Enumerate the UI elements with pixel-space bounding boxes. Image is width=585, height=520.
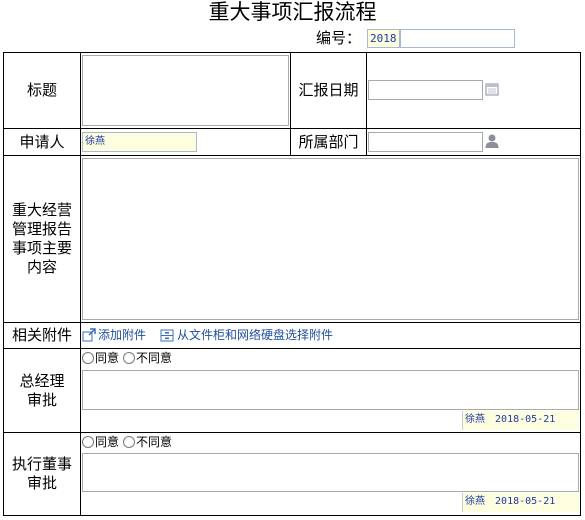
- director-signature: 徐燕 2018-05-21: [462, 493, 579, 512]
- serial-label: 编号：: [316, 29, 362, 47]
- gm-comment-input[interactable]: [82, 370, 579, 410]
- serial-number-input[interactable]: [400, 29, 515, 48]
- grid-line: [580, 52, 581, 516]
- director-approval-label-text: 执行董事审批: [11, 455, 72, 492]
- grid-line: [3, 432, 581, 433]
- gm-agree-text: 同意: [95, 351, 120, 365]
- grid-line: [3, 348, 581, 349]
- director-disagree-text: 不同意: [136, 435, 173, 449]
- gm-sign-date: 2018-05-21: [495, 414, 556, 425]
- gm-approval-label: 总经理审批: [4, 349, 80, 432]
- gm-decision-group: 同意 不同意: [82, 351, 172, 365]
- director-sign-date: 2018-05-21: [495, 496, 556, 507]
- user-icon[interactable]: [484, 133, 500, 149]
- report-date-input[interactable]: [368, 80, 483, 100]
- gm-disagree-radio[interactable]: [123, 352, 136, 364]
- report-date-label: 汇报日期: [298, 81, 359, 99]
- gm-approval-label-text: 总经理审批: [19, 371, 65, 409]
- title-input[interactable]: [82, 55, 289, 126]
- file-cabinet-icon: [160, 329, 174, 342]
- add-attachment-icon: [82, 328, 96, 342]
- applicant-field: 徐燕: [82, 132, 197, 152]
- director-signer: 徐燕: [465, 496, 485, 507]
- gm-signer: 徐燕: [465, 414, 485, 425]
- title-label: 标题: [26, 81, 57, 99]
- gm-disagree-text: 不同意: [136, 351, 173, 365]
- add-attachment-link[interactable]: 添加附件: [82, 328, 146, 342]
- director-decision-group: 同意 不同意: [82, 435, 172, 449]
- director-disagree-radio[interactable]: [123, 436, 136, 448]
- director-agree-text: 同意: [95, 435, 120, 449]
- grid-line: [3, 515, 581, 516]
- director-comment-input[interactable]: [82, 453, 579, 492]
- grid-line: [366, 52, 367, 156]
- form-title: 重大事项汇报流程: [208, 0, 377, 24]
- department-input[interactable]: [368, 132, 483, 152]
- gm-agree-radio[interactable]: [82, 352, 94, 364]
- director-approval-label: 执行董事审批: [4, 433, 80, 515]
- department-label: 所属部门: [298, 132, 359, 151]
- applicant-label: 申请人: [19, 132, 65, 151]
- gm-signature: 徐燕 2018-05-21: [462, 411, 579, 430]
- content-input[interactable]: [82, 158, 579, 320]
- attachments-label: 相关附件: [11, 326, 72, 344]
- content-label: 重大经营管理报告事项主要内容: [4, 156, 80, 322]
- add-attachment-text: 添加附件: [98, 328, 147, 342]
- director-agree-radio[interactable]: [82, 436, 94, 448]
- select-attachment-link[interactable]: 从文件柜和网络硬盘选择附件: [160, 328, 333, 342]
- grid-line: [3, 322, 581, 323]
- grid-line: [80, 52, 81, 516]
- calendar-icon[interactable]: [485, 82, 499, 96]
- grid-line: [3, 155, 581, 156]
- select-attachment-text: 从文件柜和网络硬盘选择附件: [177, 328, 334, 342]
- serial-year-field: 2018: [367, 29, 400, 48]
- content-label-text: 重大经营管理报告事项主要内容: [11, 201, 72, 276]
